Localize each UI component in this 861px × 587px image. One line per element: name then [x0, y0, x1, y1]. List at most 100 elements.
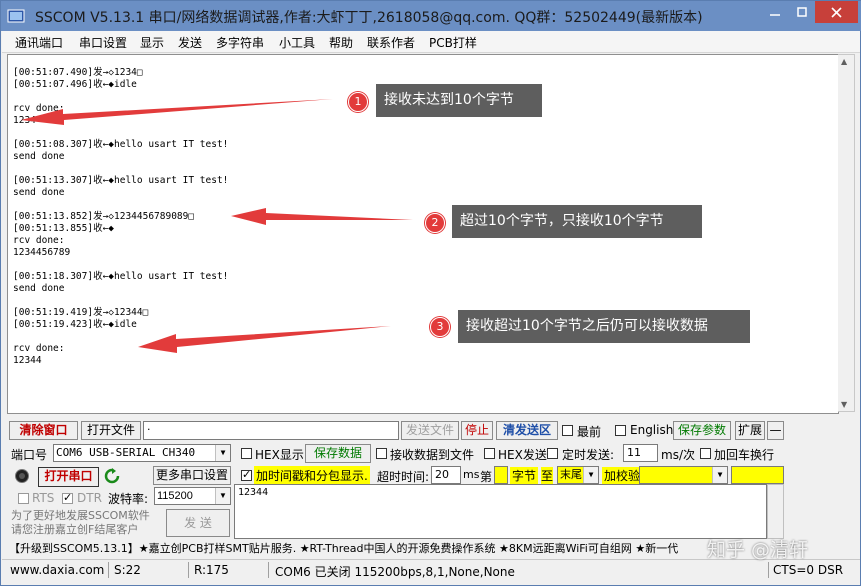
hex-send-checkbox[interactable] — [484, 448, 495, 459]
byte-label: 字节 — [510, 467, 539, 484]
timed-send-checkbox[interactable] — [547, 448, 558, 459]
add-crlf-checkbox[interactable] — [700, 448, 711, 459]
receive-line: [00:51:07.490]发→◇1234□ — [13, 67, 143, 78]
tail-select[interactable]: 末尾 ▼ — [557, 466, 599, 484]
receive-line: [00:51:13.855]收←◆ — [13, 223, 115, 234]
app-icon — [7, 9, 25, 23]
callout-2: 超过10个字节，只接收10个字节 — [452, 205, 702, 238]
chevron-down-icon: ▼ — [215, 445, 230, 461]
receive-line: send done — [13, 151, 65, 162]
receive-line: rcv done: — [13, 343, 65, 354]
checksum-extra-field[interactable] — [731, 466, 784, 484]
nth-label: 第 — [480, 470, 493, 484]
callout-badge-3: 3 — [430, 317, 450, 337]
close-icon — [831, 6, 842, 18]
receive-line: rcv done: — [13, 235, 65, 246]
send-scrollbar[interactable] — [767, 484, 784, 539]
baud-label: 波特率: — [108, 492, 149, 506]
port-status-icon — [15, 469, 29, 483]
status-separator — [108, 562, 109, 578]
promo-text[interactable]: 为了更好地发展SSCOM软件 请您注册嘉立创F结尾客户 — [11, 509, 150, 537]
receive-line: [00:51:19.423]收←◆idle — [13, 319, 137, 330]
timed-send-label: 定时发送: — [562, 448, 615, 462]
rts-checkbox[interactable] — [18, 493, 29, 504]
checksum-select[interactable]: ▼ — [639, 466, 728, 484]
timestamp-checkbox[interactable] — [241, 468, 252, 481]
menu-display[interactable]: 显示 — [140, 34, 164, 51]
recv-to-file-checkbox[interactable] — [376, 448, 387, 459]
top-most-checkbox[interactable] — [562, 425, 573, 436]
callout-badge-1: 1 — [348, 92, 368, 112]
window-title: SSCOM V5.13.1 串口/网络数据调试器,作者:大虾丁丁,2618058… — [35, 10, 703, 26]
receive-line: rcv done: — [13, 103, 65, 114]
callout-1: 接收未达到10个字节 — [376, 84, 542, 117]
chevron-down-icon: ▼ — [583, 467, 598, 483]
menu-bar: 通讯端口 串口设置 显示 发送 多字符串 小工具 帮助 联系作者 PCB打样 — [2, 31, 860, 53]
close-button[interactable] — [815, 1, 858, 23]
status-bar: www.daxia.com S:22 R:175 COM6 已关闭 115200… — [2, 559, 860, 580]
interval-input[interactable]: 11 — [623, 444, 658, 462]
status-separator — [768, 562, 769, 578]
send-button[interactable]: 发 送 — [166, 509, 230, 537]
open-port-button[interactable]: 打开串口 — [38, 467, 99, 487]
status-lines: CTS=0 DSR — [773, 563, 844, 577]
menu-multi-string[interactable]: 多字符串 — [216, 34, 264, 51]
menu-pcb[interactable]: PCB打样 — [429, 34, 477, 51]
baud-select[interactable]: 115200 ▼ — [154, 487, 231, 505]
receive-line: [00:51:13.852]发→◇1234456789089□ — [13, 211, 195, 222]
menu-tools[interactable]: 小工具 — [279, 34, 315, 51]
maximize-button[interactable] — [788, 1, 815, 23]
to-label: 至 — [541, 467, 554, 484]
top-most-label: 最前 — [577, 425, 602, 439]
status-separator — [188, 562, 189, 578]
menu-contact[interactable]: 联系作者 — [367, 34, 415, 51]
receive-line: send done — [13, 283, 65, 294]
hex-display-checkbox[interactable] — [241, 448, 252, 459]
byte-index-input[interactable] — [494, 466, 508, 484]
callout-badge-2: 2 — [425, 213, 445, 233]
english-checkbox[interactable] — [615, 425, 626, 436]
send-file-button[interactable]: 发送文件 — [401, 421, 459, 440]
english-label: English — [630, 423, 674, 437]
collapse-button[interactable]: — — [767, 421, 784, 440]
app-window: SSCOM V5.13.1 串口/网络数据调试器,作者:大虾丁丁,2618058… — [0, 0, 861, 586]
status-port: COM6 已关闭 115200bps,8,1,None,None — [275, 565, 515, 579]
chevron-down-icon: ▼ — [712, 467, 727, 483]
menu-send[interactable]: 发送 — [178, 34, 202, 51]
save-params-button[interactable]: 保存参数 — [673, 421, 731, 440]
menu-help[interactable]: 帮助 — [329, 34, 353, 51]
refresh-icon[interactable] — [104, 468, 120, 484]
dtr-label: DTR — [77, 491, 102, 505]
status-received: R:175 — [194, 563, 229, 577]
interval-unit: ms/次 — [661, 448, 695, 462]
clear-window-button[interactable]: 清除窗口 — [9, 421, 78, 440]
timestamp-label: 加时间戳和分包显示. — [254, 466, 370, 485]
add-crlf-label: 加回车换行 — [714, 448, 775, 462]
save-data-button[interactable]: 保存数据 — [305, 444, 371, 463]
stop-button[interactable]: 停止 — [461, 421, 493, 440]
receive-line: 12344 — [13, 355, 42, 366]
minimize-icon — [769, 14, 780, 16]
expand-button[interactable]: 扩展 — [735, 421, 765, 440]
receive-scrollbar[interactable]: ▲ ▼ — [838, 54, 855, 412]
scroll-down-icon[interactable]: ▼ — [841, 400, 847, 409]
port-select[interactable]: COM6 USB-SERIAL CH340 ▼ — [53, 444, 231, 462]
more-settings-button[interactable]: 更多串口设置 — [153, 466, 231, 485]
open-file-button[interactable]: 打开文件 — [81, 421, 141, 440]
hex-send-label: HEX发送 — [498, 448, 547, 462]
file-path-input[interactable]: · — [143, 421, 399, 440]
rts-label: RTS — [32, 491, 55, 505]
menu-port[interactable]: 通讯端口 — [15, 34, 63, 51]
scroll-up-icon[interactable]: ▲ — [841, 57, 847, 66]
status-url[interactable]: www.daxia.com — [10, 563, 104, 577]
send-textarea[interactable]: 12344 — [234, 484, 767, 539]
receive-line: [00:51:19.419]发→◇12344□ — [13, 307, 149, 318]
clear-send-button[interactable]: 清发送区 — [496, 421, 558, 440]
chevron-down-icon: ▼ — [215, 488, 230, 504]
timeout-input[interactable]: 20 — [431, 466, 461, 484]
menu-serial-settings[interactable]: 串口设置 — [79, 34, 127, 51]
minimize-button[interactable] — [761, 1, 788, 23]
maximize-icon — [796, 7, 807, 17]
checksum-label: 加校验 — [602, 467, 643, 484]
dtr-checkbox[interactable] — [62, 491, 73, 504]
